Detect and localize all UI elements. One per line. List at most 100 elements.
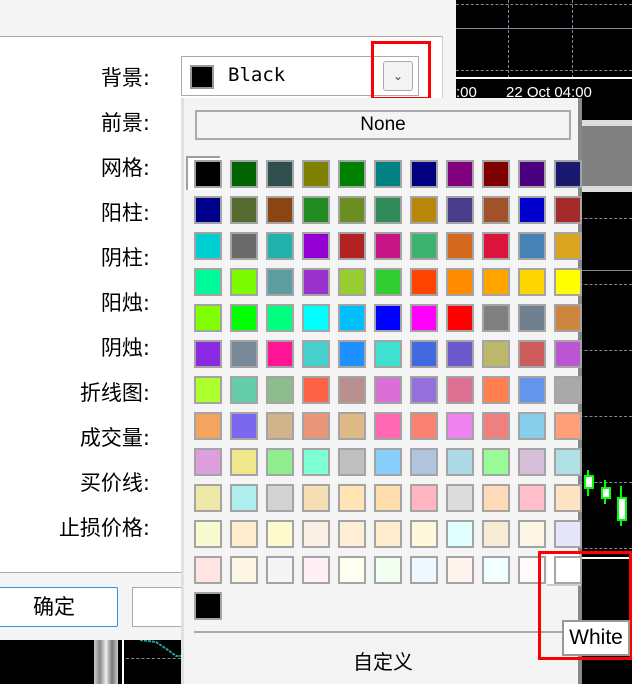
color-swatch[interactable] [518,340,546,368]
color-swatch[interactable] [374,376,402,404]
color-swatch[interactable] [230,556,258,584]
color-swatch[interactable] [482,520,510,548]
color-swatch[interactable] [518,196,546,224]
color-swatch[interactable] [230,484,258,512]
color-swatch[interactable] [266,484,294,512]
color-swatch[interactable] [554,484,582,512]
color-swatch[interactable] [482,268,510,296]
color-swatch[interactable] [302,556,330,584]
color-swatch[interactable] [554,268,582,296]
color-swatch[interactable] [410,376,438,404]
color-swatch[interactable] [230,304,258,332]
color-swatch[interactable] [446,268,474,296]
color-swatch[interactable] [518,232,546,260]
color-swatch[interactable] [194,376,222,404]
color-swatch[interactable] [374,484,402,512]
color-swatch[interactable] [338,340,366,368]
color-swatch[interactable] [482,484,510,512]
ok-button[interactable]: 确定 [0,587,118,627]
color-swatch[interactable] [446,340,474,368]
color-swatch[interactable] [374,412,402,440]
color-swatch[interactable] [518,412,546,440]
color-swatch[interactable] [230,268,258,296]
color-swatch[interactable] [554,196,582,224]
color-swatch[interactable] [518,160,546,188]
color-swatch[interactable] [194,196,222,224]
none-color-button[interactable]: None [195,110,571,140]
color-swatch[interactable] [194,340,222,368]
color-swatch[interactable] [410,448,438,476]
color-swatch[interactable] [230,340,258,368]
color-swatch[interactable] [230,196,258,224]
color-swatch[interactable] [266,448,294,476]
color-swatch[interactable] [338,196,366,224]
color-swatch[interactable] [374,196,402,224]
color-swatch[interactable] [338,412,366,440]
color-swatch[interactable] [266,232,294,260]
color-swatch[interactable] [554,340,582,368]
color-swatch[interactable] [194,556,222,584]
color-swatch[interactable] [374,232,402,260]
color-swatch[interactable] [266,268,294,296]
color-swatch[interactable] [554,376,582,404]
color-swatch[interactable] [302,268,330,296]
color-swatch[interactable] [446,412,474,440]
color-swatch[interactable] [482,376,510,404]
color-swatch[interactable] [410,268,438,296]
color-swatch[interactable] [266,304,294,332]
color-swatch[interactable] [338,160,366,188]
color-swatch[interactable] [518,520,546,548]
color-swatch[interactable] [338,520,366,548]
color-swatch[interactable] [482,556,510,584]
color-swatch[interactable] [194,412,222,440]
color-swatch[interactable] [302,520,330,548]
color-swatch[interactable] [194,232,222,260]
color-swatch[interactable] [302,412,330,440]
color-swatch[interactable] [554,412,582,440]
color-swatch[interactable] [338,232,366,260]
color-swatch[interactable] [302,376,330,404]
color-swatch[interactable] [482,196,510,224]
color-swatch[interactable] [554,448,582,476]
color-swatch[interactable] [266,340,294,368]
color-swatch[interactable] [446,448,474,476]
color-swatch[interactable] [338,484,366,512]
color-swatch[interactable] [302,196,330,224]
color-swatch[interactable] [230,160,258,188]
color-swatch[interactable] [374,340,402,368]
splitter[interactable] [94,640,118,684]
color-swatch[interactable] [518,484,546,512]
color-swatch[interactable] [302,160,330,188]
color-swatch[interactable] [518,304,546,332]
color-swatch[interactable] [482,232,510,260]
color-swatch[interactable] [194,304,222,332]
color-swatch[interactable] [194,448,222,476]
color-swatch[interactable] [230,448,258,476]
color-swatch[interactable] [194,484,222,512]
color-swatch[interactable] [410,520,438,548]
color-swatch[interactable] [302,340,330,368]
color-swatch[interactable] [410,484,438,512]
color-swatch[interactable] [446,376,474,404]
color-swatch[interactable] [338,448,366,476]
color-swatch[interactable] [410,340,438,368]
color-swatch[interactable] [266,376,294,404]
color-swatch[interactable] [482,160,510,188]
color-swatch[interactable] [482,448,510,476]
color-swatch[interactable] [410,160,438,188]
color-swatch[interactable] [518,376,546,404]
custom-color-button[interactable]: 自定义 [184,646,582,675]
color-swatch[interactable] [194,520,222,548]
color-swatch[interactable] [266,412,294,440]
color-swatch[interactable] [410,196,438,224]
color-swatch[interactable] [338,376,366,404]
color-swatch[interactable] [374,448,402,476]
color-swatch[interactable] [446,556,474,584]
color-swatch[interactable] [374,268,402,296]
color-swatch[interactable] [446,304,474,332]
color-swatch[interactable] [446,196,474,224]
color-swatch[interactable] [374,304,402,332]
color-swatch[interactable] [482,412,510,440]
color-swatch[interactable] [338,268,366,296]
color-swatch[interactable] [230,376,258,404]
